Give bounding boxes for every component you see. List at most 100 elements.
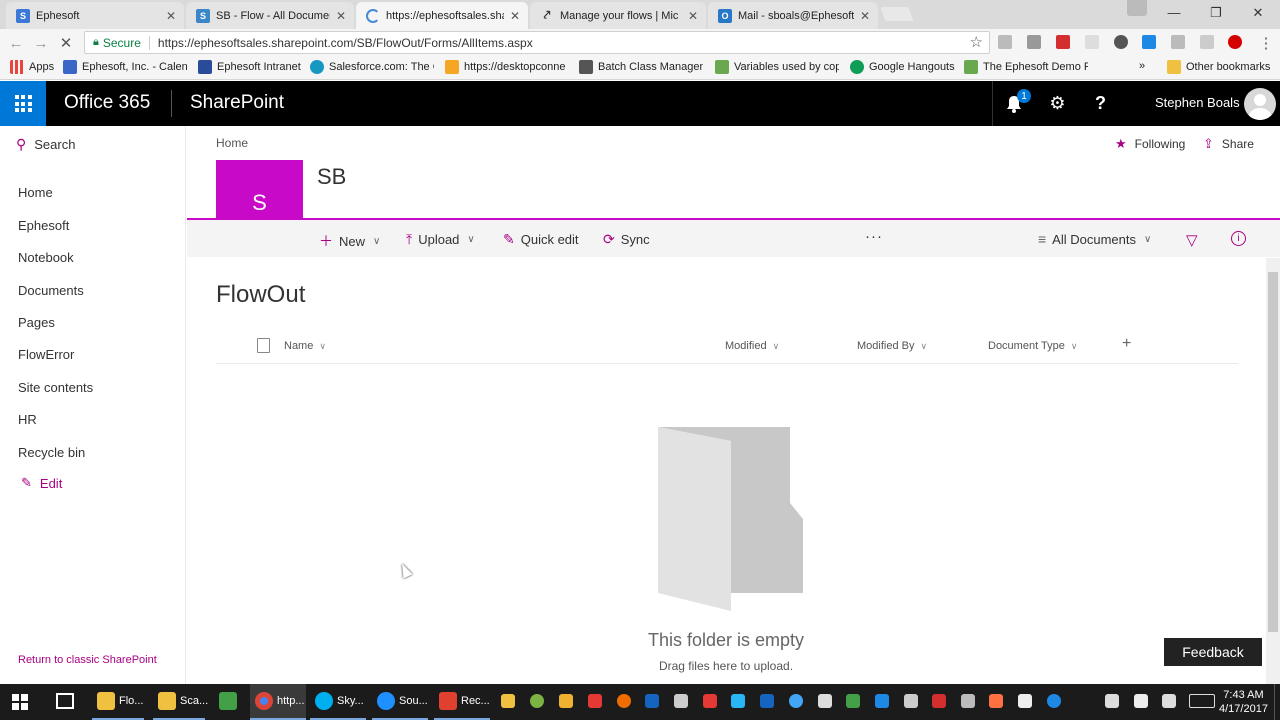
bookmark-item[interactable]: https://desktopconne <box>445 60 569 74</box>
view-switcher[interactable]: ≡ All Documents ∨ <box>1038 231 1151 247</box>
extension-icon[interactable] <box>998 35 1012 49</box>
tray-app-icon[interactable] <box>703 694 717 708</box>
avatar[interactable] <box>1244 88 1276 120</box>
settings-gear-icon[interactable]: ⚙ <box>1036 81 1079 126</box>
extension-icon[interactable] <box>1171 35 1185 49</box>
nav-item-hr[interactable]: HR <box>18 412 37 427</box>
taskbar-app[interactable]: Sca... <box>153 684 208 720</box>
app-launcher-waffle-icon[interactable] <box>0 81 46 126</box>
tray-app-icon[interactable] <box>674 694 688 708</box>
extension-icon[interactable] <box>1142 35 1156 49</box>
browser-tab[interactable]: S Ephesoft ✕ <box>6 2 184 29</box>
taskbar-app-active[interactable]: http... <box>250 684 306 720</box>
bookmark-item[interactable]: Ephesoft Intranet <box>198 60 302 74</box>
taskbar-app[interactable]: Flo... <box>92 684 144 720</box>
site-title[interactable]: SB <box>317 164 346 190</box>
tray-app-icon[interactable] <box>1018 694 1032 708</box>
onedrive-icon[interactable] <box>1047 694 1061 708</box>
close-tab-icon[interactable]: ✕ <box>688 9 698 23</box>
new-button[interactable]: ＋ New ∨ <box>319 231 380 251</box>
other-bookmarks[interactable]: Other bookmarks <box>1167 60 1270 74</box>
nav-item-site-contents[interactable]: Site contents <box>18 380 93 395</box>
adblock-icon[interactable] <box>1228 35 1242 49</box>
office365-brand[interactable]: Office 365 <box>64 92 150 114</box>
bookmark-item[interactable]: Google Hangouts <box>850 60 958 74</box>
close-tab-icon[interactable]: ✕ <box>860 9 870 23</box>
dropbox-icon[interactable] <box>875 694 889 708</box>
return-to-classic-link[interactable]: Return to classic SharePoint <box>18 654 157 666</box>
upload-button[interactable]: ⤒ Upload ∨ <box>406 231 475 248</box>
tray-app-icon[interactable] <box>760 694 774 708</box>
extension-icon[interactable] <box>1114 35 1128 49</box>
bookmark-item[interactable]: Batch Class Managem <box>579 60 703 74</box>
following-button[interactable]: ★ Following <box>1115 136 1185 152</box>
tray-app-icon[interactable] <box>501 694 515 708</box>
tray-app-icon[interactable] <box>818 694 832 708</box>
site-search[interactable]: ⚲ Search <box>16 136 75 153</box>
nav-item-flowerror[interactable]: FlowError <box>18 347 74 362</box>
new-tab-button[interactable] <box>880 7 914 21</box>
windows-start-icon[interactable] <box>12 694 28 710</box>
browser-tab[interactable]: S SB - Flow - All Document ✕ <box>186 2 354 29</box>
nav-item-ephesoft[interactable]: Ephesoft <box>18 218 69 233</box>
tray-app-icon[interactable] <box>989 694 1003 708</box>
show-desktop-button[interactable] <box>1274 684 1280 720</box>
tray-app-icon[interactable] <box>645 694 659 708</box>
tray-app-icon[interactable] <box>559 694 573 708</box>
taskbar-app[interactable] <box>214 684 244 720</box>
column-header-modified[interactable]: Modified ∨ <box>725 340 779 352</box>
tray-app-icon[interactable] <box>789 694 803 708</box>
nav-item-pages[interactable]: Pages <box>18 315 55 330</box>
profile-icon[interactable] <box>1127 0 1147 16</box>
more-options-button[interactable]: ··· <box>865 228 883 245</box>
system-clock[interactable]: 7:43 AM 4/17/2017 <box>1219 688 1268 716</box>
taskbar-app[interactable]: Sky... <box>310 684 366 720</box>
more-bookmarks-chevron[interactable]: » <box>1139 60 1145 72</box>
feedback-button[interactable]: Feedback <box>1164 638 1262 666</box>
filter-icon[interactable]: ▽ <box>1186 231 1198 249</box>
info-icon[interactable]: i <box>1231 231 1246 246</box>
bookmark-apps[interactable]: Apps <box>10 60 60 74</box>
notifications-bell-icon[interactable]: 1 <box>992 81 1035 126</box>
browser-tab[interactable]: ⤤ Manage your flows | Mic ✕ <box>530 2 706 29</box>
close-tab-icon[interactable]: ✕ <box>510 9 520 23</box>
nav-item-recycle-bin[interactable]: Recycle bin <box>18 445 85 460</box>
browser-tab[interactable]: O Mail - sboals@EphesoftS ✕ <box>708 2 878 29</box>
quick-edit-button[interactable]: ✎ Quick edit <box>503 231 579 248</box>
nav-item-home[interactable]: Home <box>18 185 53 200</box>
share-button[interactable]: ⇪ Share <box>1203 136 1254 152</box>
extension-icon[interactable] <box>1027 35 1041 49</box>
bookmark-item[interactable]: Salesforce.com: The C <box>310 60 434 74</box>
user-name[interactable]: Stephen Boals <box>1155 95 1240 110</box>
taskbar-app[interactable]: Sou... <box>372 684 428 720</box>
extension-icon[interactable] <box>1200 35 1214 49</box>
battery-icon[interactable] <box>1134 694 1148 708</box>
add-column-plus-icon[interactable]: + <box>1122 335 1131 353</box>
tray-app-icon[interactable] <box>588 694 602 708</box>
column-header-modified-by[interactable]: Modified By ∨ <box>857 340 927 352</box>
wifi-icon[interactable] <box>1105 694 1119 708</box>
bookmark-item[interactable]: Variables used by cop <box>715 60 839 74</box>
scrollbar[interactable] <box>1266 258 1280 684</box>
nav-item-documents[interactable]: Documents <box>18 283 84 298</box>
bookmark-item[interactable]: The Ephesoft Demo P <box>964 60 1088 74</box>
chrome-menu-icon[interactable]: ⋮ <box>1256 33 1276 53</box>
tray-app-icon[interactable] <box>617 694 631 708</box>
task-view-icon[interactable] <box>56 693 74 709</box>
volume-icon[interactable] <box>1162 694 1176 708</box>
tray-app-icon[interactable] <box>904 694 918 708</box>
back-arrow-icon[interactable]: ← <box>6 33 26 53</box>
column-header-name[interactable]: Name ∨ <box>284 340 326 352</box>
minimize-icon[interactable]: — <box>1152 0 1196 25</box>
close-tab-icon[interactable]: ✕ <box>336 9 346 23</box>
tray-app-icon[interactable] <box>932 694 946 708</box>
breadcrumb[interactable]: Home <box>216 136 248 150</box>
address-bar[interactable]: 🔒︎ Secure https://ephesoftsales.sharepoi… <box>84 31 990 54</box>
restore-icon[interactable]: ❐ <box>1194 0 1238 25</box>
edit-nav-link[interactable]: ✎ Edit <box>21 475 62 491</box>
extension-icon[interactable] <box>1085 35 1099 49</box>
close-tab-icon[interactable]: ✕ <box>166 9 176 23</box>
tray-app-icon[interactable] <box>961 694 975 708</box>
taskbar-app[interactable]: Rec... <box>434 684 490 720</box>
forward-arrow-icon[interactable]: → <box>31 33 51 53</box>
